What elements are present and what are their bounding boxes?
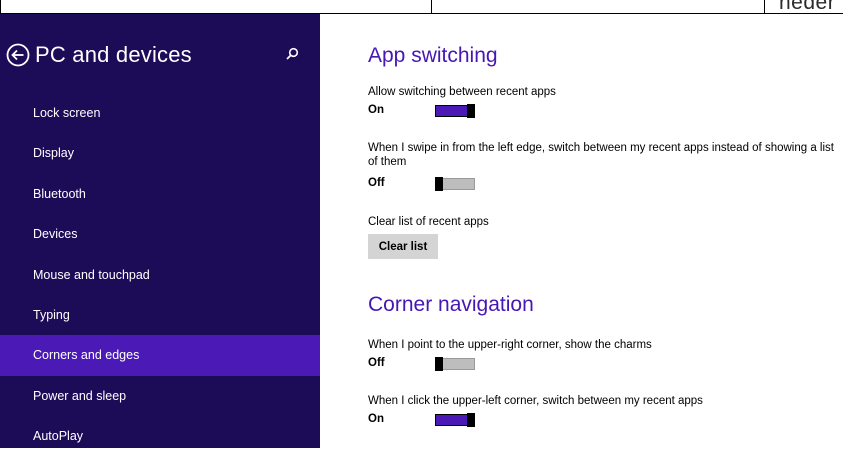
swipe-left-edge-toggle[interactable] <box>435 177 475 191</box>
back-arrow-icon[interactable] <box>6 43 30 67</box>
sidebar-item-power-and-sleep[interactable]: Power and sleep <box>0 376 320 416</box>
top-strip-cell <box>0 0 431 13</box>
sidebar-item-bluetooth[interactable]: Bluetooth <box>0 174 320 214</box>
top-strip-cell: neder <box>764 0 843 14</box>
top-strip-partial-text: neder <box>779 0 836 14</box>
sidebar-nav: Lock screen Display Bluetooth Devices Mo… <box>0 93 320 457</box>
section-title-app-switching: App switching <box>368 44 498 67</box>
toggle-knob <box>435 357 443 371</box>
sidebar-item-lock-screen[interactable]: Lock screen <box>0 93 320 133</box>
sidebar-header: PC and devices <box>6 42 192 68</box>
upper-right-corner-toggle[interactable] <box>435 357 475 371</box>
sidebar-item-corners-and-edges[interactable]: Corners and edges <box>0 335 320 376</box>
top-strip-cell <box>431 0 764 13</box>
upper-left-corner-toggle[interactable] <box>435 413 475 427</box>
clear-list-label: Clear list of recent apps <box>368 216 489 228</box>
allow-switching-state: On <box>368 104 384 116</box>
allow-switching-label: Allow switching between recent apps <box>368 86 556 98</box>
page-title: PC and devices <box>35 42 192 67</box>
sidebar-item-autoplay[interactable]: AutoPlay <box>0 416 320 456</box>
toggle-knob <box>467 413 475 427</box>
upper-left-corner-state: On <box>368 413 384 425</box>
top-strip: neder <box>0 0 843 14</box>
section-title-corner-navigation: Corner navigation <box>368 293 534 316</box>
upper-right-corner-label: When I point to the upper-right corner, … <box>368 339 652 351</box>
toggle-knob <box>467 104 475 118</box>
toggle-knob <box>435 177 443 191</box>
sidebar-item-display[interactable]: Display <box>0 133 320 173</box>
sidebar-item-mouse-and-touchpad[interactable]: Mouse and touchpad <box>0 255 320 295</box>
upper-right-corner-state: Off <box>368 357 385 369</box>
swipe-left-edge-state: Off <box>368 177 385 189</box>
search-icon[interactable] <box>284 46 300 62</box>
clear-list-button[interactable]: Clear list <box>368 234 438 259</box>
sidebar: PC and devices Lock screen Display Bluet… <box>0 14 320 448</box>
sidebar-item-devices[interactable]: Devices <box>0 214 320 254</box>
sidebar-item-typing[interactable]: Typing <box>0 295 320 335</box>
allow-switching-toggle[interactable] <box>435 104 475 118</box>
main-content: App switching Allow switching between re… <box>320 14 843 448</box>
swipe-left-edge-label: When I swipe in from the left edge, swit… <box>368 142 834 168</box>
upper-left-corner-label: When I click the upper-left corner, swit… <box>368 395 703 407</box>
